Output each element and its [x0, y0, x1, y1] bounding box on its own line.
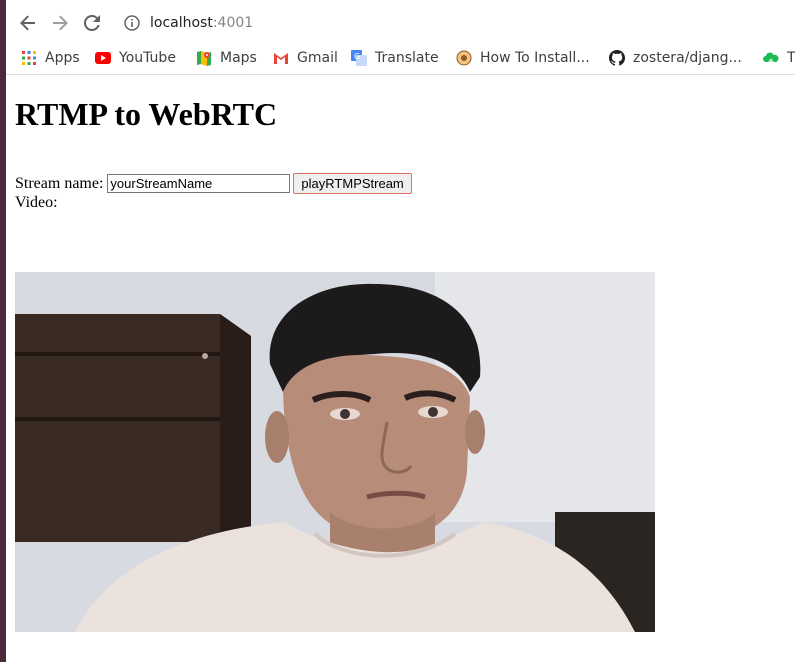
- arrow-right-icon: [53, 15, 68, 31]
- url-port: :4001: [212, 15, 254, 31]
- bookmark-label: Translate: [375, 50, 439, 66]
- bookmark-label: Apps: [45, 50, 80, 66]
- page-content: RTMP to WebRTC Stream name: playRTMPStre…: [6, 75, 795, 662]
- bookmark-gmail[interactable]: Gmail: [273, 47, 338, 69]
- bookmark-label: T: [787, 50, 795, 66]
- youtube-icon: [95, 50, 111, 66]
- stream-row: Stream name: playRTMPStream: [15, 173, 412, 194]
- browser-toolbar: localhost:4001: [6, 0, 795, 43]
- bookmarks-bar: Apps YouTube Maps Gmail G Translate How …: [6, 43, 795, 75]
- bookmark-zostera[interactable]: zostera/djang...: [609, 47, 742, 69]
- bookmark-cloud[interactable]: T: [763, 47, 795, 69]
- bookmark-apps[interactable]: Apps: [21, 47, 80, 69]
- gmail-icon: [273, 50, 289, 66]
- github-icon: [609, 50, 625, 66]
- maps-icon: [196, 50, 212, 66]
- reload-icon: [84, 15, 100, 31]
- apps-grid-icon: [21, 50, 37, 66]
- bookmark-how-to-install[interactable]: How To Install...: [456, 47, 590, 69]
- video-player[interactable]: [15, 272, 655, 632]
- play-rtmp-stream-button[interactable]: playRTMPStream: [293, 173, 412, 194]
- bookmark-label: Maps: [220, 50, 257, 66]
- bookmark-label: Gmail: [297, 50, 338, 66]
- bookmark-youtube[interactable]: YouTube: [95, 47, 176, 69]
- arrow-left-icon: [20, 15, 35, 31]
- forward-button[interactable]: [46, 9, 74, 37]
- address-bar[interactable]: localhost:4001: [118, 8, 795, 38]
- svg-text:G: G: [354, 52, 360, 61]
- site-favicon-icon: [456, 50, 472, 66]
- bookmark-label: How To Install...: [480, 50, 590, 66]
- stream-name-label: Stream name:: [15, 174, 104, 192]
- bookmark-label: YouTube: [119, 50, 176, 66]
- url-host: localhost: [150, 15, 213, 31]
- page-title: RTMP to WebRTC: [15, 96, 278, 132]
- cloud-favicon-icon: [763, 50, 779, 66]
- stream-name-input[interactable]: [107, 174, 291, 193]
- video-label: Video:: [15, 194, 58, 211]
- back-button[interactable]: [14, 9, 42, 37]
- translate-icon: G: [351, 50, 367, 66]
- reload-button[interactable]: [78, 9, 106, 37]
- webcam-frame-image: [15, 272, 655, 632]
- info-icon[interactable]: [124, 15, 140, 31]
- bookmark-maps[interactable]: Maps: [196, 47, 257, 69]
- bookmark-translate[interactable]: G Translate: [351, 47, 439, 69]
- bookmark-label: zostera/djang...: [633, 50, 742, 66]
- browser-window: localhost:4001 Apps YouTube Maps Gmail …: [6, 0, 795, 662]
